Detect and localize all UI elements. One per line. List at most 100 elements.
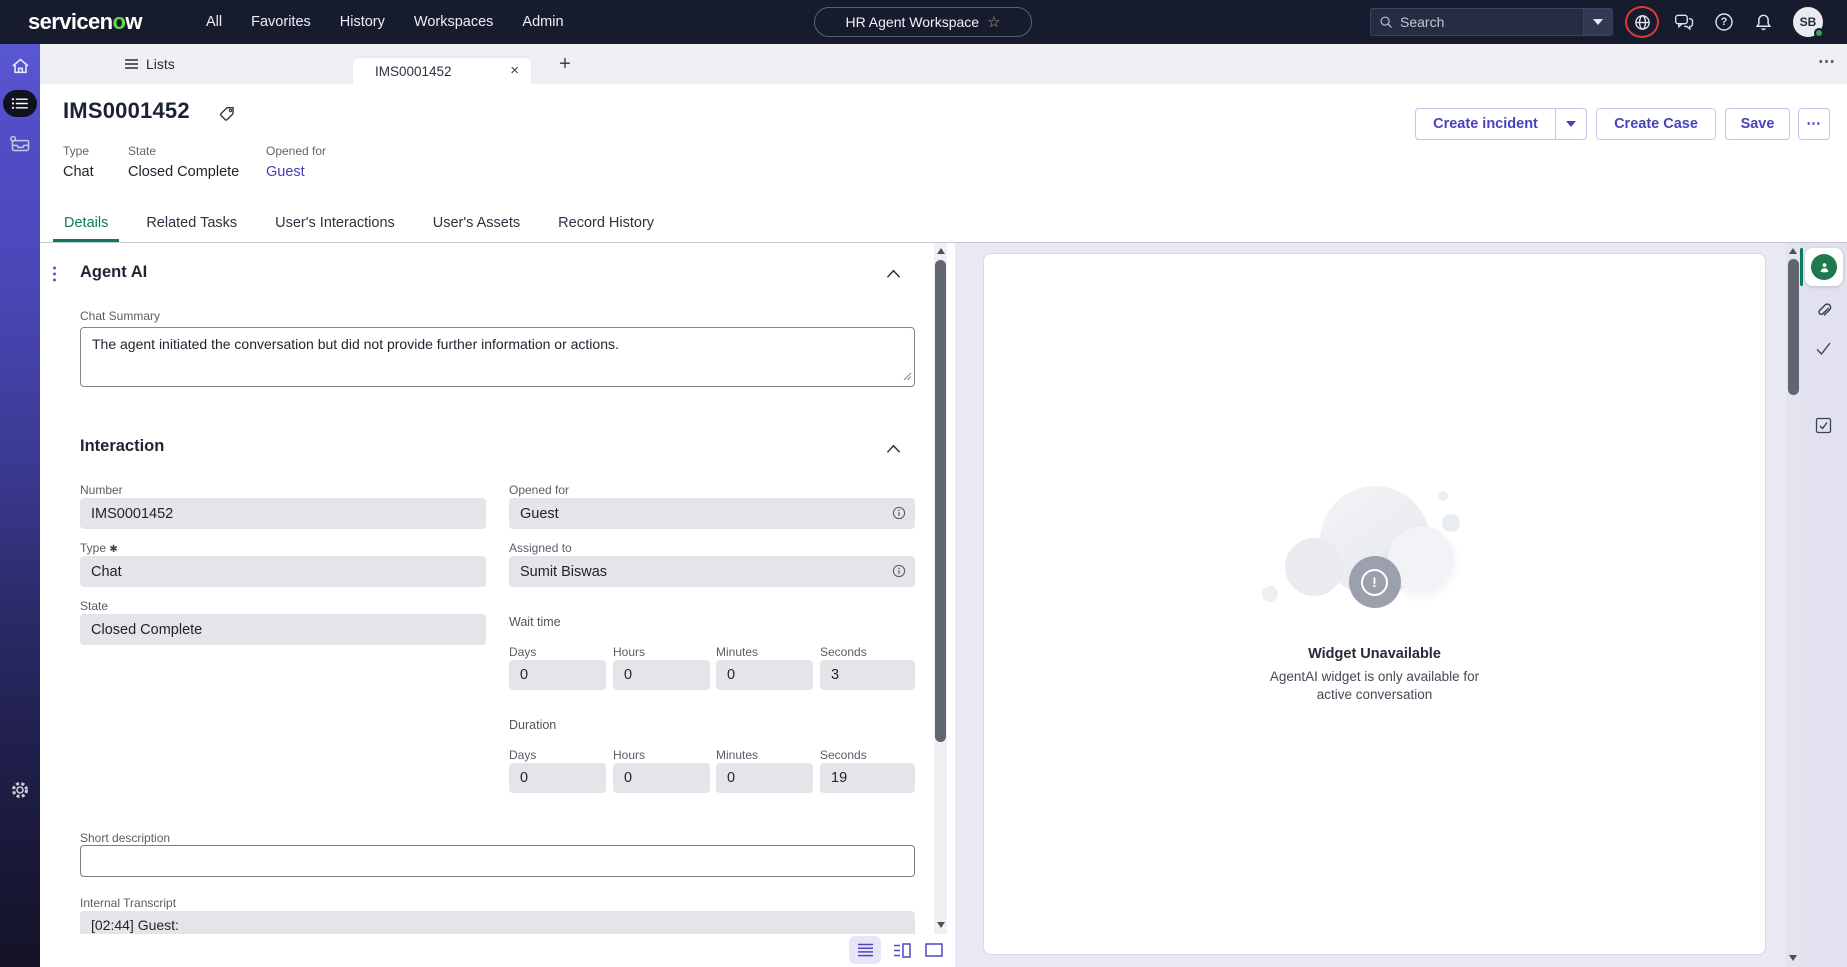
view-split-button[interactable] <box>886 936 918 964</box>
chevron-up-icon <box>886 269 901 278</box>
meta-state: State Closed Complete <box>128 144 239 180</box>
search-input[interactable] <box>1400 14 1560 30</box>
scroll-down-arrow[interactable] <box>937 922 945 928</box>
nav-history[interactable]: History <box>340 14 385 30</box>
opened-for-field[interactable]: Guest <box>509 498 915 529</box>
form-scrollbar-thumb[interactable] <box>935 260 946 742</box>
lists-tab-label: Lists <box>146 56 175 72</box>
tab-related-tasks[interactable]: Related Tasks <box>135 206 248 242</box>
widget-unavailable-panel: ! Widget Unavailable AgentAI widget is o… <box>1225 486 1525 704</box>
page-scrollbar-thumb[interactable] <box>1787 259 1799 395</box>
global-nav: All Favorites History Workspaces Admin <box>206 0 564 44</box>
chat-button[interactable] <box>1668 6 1700 38</box>
tab-users-interactions[interactable]: User's Interactions <box>264 206 406 242</box>
wait-hours-field[interactable]: 0 <box>613 660 710 690</box>
chat-summary-label: Chat Summary <box>80 309 161 323</box>
view-list-button[interactable] <box>849 936 881 964</box>
record-more-actions-button[interactable]: ⋯ <box>1798 108 1830 140</box>
tab-details[interactable]: Details <box>53 206 120 242</box>
approvals-button[interactable] <box>1811 413 1836 438</box>
agent-assist-button-active[interactable] <box>1805 248 1843 286</box>
view-full-button[interactable] <box>918 936 950 964</box>
record-tab-active[interactable]: IMS0001452 × <box>353 58 531 84</box>
servicenow-logo[interactable]: servicenow <box>28 9 142 35</box>
new-tab-button[interactable]: + <box>552 51 578 77</box>
tab-record-history[interactable]: Record History <box>547 206 665 242</box>
interaction-collapse-button[interactable] <box>886 441 901 459</box>
scroll-up-arrow[interactable] <box>937 248 945 254</box>
widget-unavailable-illustration: ! <box>1261 486 1480 634</box>
scroll-down-arrow[interactable] <box>1789 955 1797 961</box>
create-incident-dropdown[interactable] <box>1556 109 1586 139</box>
duration-seconds-field[interactable]: 19 <box>820 763 915 793</box>
assigned-to-label: Assigned to <box>509 541 572 555</box>
record-preview-button[interactable] <box>892 506 906 524</box>
resize-handle-icon[interactable] <box>903 368 912 384</box>
record-preview-button[interactable] <box>892 564 906 582</box>
active-rail-indicator <box>1800 248 1803 286</box>
info-icon <box>892 506 906 520</box>
wait-seconds-field[interactable]: 3 <box>820 660 915 690</box>
home-button[interactable] <box>0 52 40 80</box>
state-label: State <box>80 599 109 613</box>
wait-time-label: Wait time <box>509 615 561 629</box>
record-content-area: Agent AI Chat Summary The agent initiate… <box>40 243 1847 967</box>
exclamation-icon: ! <box>1361 568 1388 596</box>
nav-favorites[interactable]: Favorites <box>251 14 311 30</box>
form-view-footer <box>40 934 955 967</box>
duration-days-field[interactable]: 0 <box>509 763 606 793</box>
illustration-circle-left <box>1284 538 1343 596</box>
opened-for-value: Guest <box>520 505 559 522</box>
settings-button[interactable] <box>0 776 40 804</box>
help-button[interactable]: ? <box>1708 6 1740 38</box>
section-drag-handle[interactable] <box>52 265 57 288</box>
language-globe-button[interactable] <box>1625 6 1659 38</box>
scroll-up-arrow[interactable] <box>1789 248 1797 254</box>
agent-ai-collapse-button[interactable] <box>886 266 901 284</box>
chat-icon <box>1674 14 1693 31</box>
illustration-dot <box>1437 491 1448 501</box>
internal-transcript-label: Internal Transcript <box>80 896 177 910</box>
drag-dots-icon <box>53 266 56 282</box>
tasks-done-button[interactable] <box>1811 336 1836 361</box>
state-field[interactable]: Closed Complete <box>80 614 486 645</box>
attachments-button[interactable] <box>1811 298 1836 323</box>
info-icon <box>892 564 906 578</box>
number-field[interactable]: IMS0001452 <box>80 498 486 529</box>
meta-opened-for-link[interactable]: Guest <box>266 164 326 180</box>
create-case-button[interactable]: Create Case <box>1596 108 1716 140</box>
notifications-button[interactable] <box>1747 6 1779 38</box>
nav-all[interactable]: All <box>206 14 222 30</box>
duration-label: Duration <box>509 718 557 732</box>
save-button[interactable]: Save <box>1725 108 1790 140</box>
favorite-star-icon[interactable]: ☆ <box>987 15 1000 30</box>
lists-tab[interactable]: Lists <box>124 44 175 84</box>
tab-strip-more-button[interactable]: ⋯ <box>1818 52 1836 72</box>
tab-users-assets[interactable]: User's Assets <box>422 206 531 242</box>
lists-rail-button-active[interactable] <box>3 90 37 117</box>
close-tab-icon[interactable]: × <box>510 62 519 79</box>
widget-unavailable-message: AgentAI widget is only available for act… <box>1269 669 1480 703</box>
internal-transcript-field[interactable]: [02:44] Guest: <box>80 911 915 934</box>
record-header: IMS0001452 Type Chat State Closed Comple… <box>40 84 1847 206</box>
user-avatar[interactable]: SB <box>1793 7 1824 38</box>
short-description-input[interactable] <box>80 845 915 877</box>
duration-hours-field[interactable]: 0 <box>613 763 710 793</box>
assigned-to-field[interactable]: Sumit Biswas <box>509 556 915 587</box>
chat-summary-textarea[interactable]: The agent initiated the conversation but… <box>80 327 915 387</box>
duration-minutes-field[interactable]: 0 <box>716 763 813 793</box>
inbox-button[interactable] <box>0 130 40 158</box>
form-scrollbar[interactable] <box>934 243 947 934</box>
wait-days-field[interactable]: 0 <box>509 660 606 690</box>
workspace-pill[interactable]: HR Agent Workspace ☆ <box>814 7 1032 37</box>
tag-button[interactable] <box>218 105 236 128</box>
nav-admin[interactable]: Admin <box>522 14 563 30</box>
create-incident-button[interactable]: Create incident <box>1416 109 1556 139</box>
wait-minutes-field[interactable]: 0 <box>716 660 813 690</box>
nav-workspaces[interactable]: Workspaces <box>414 14 494 30</box>
number-value: IMS0001452 <box>91 505 174 522</box>
search-scope-dropdown[interactable] <box>1583 8 1613 36</box>
type-field[interactable]: Chat <box>80 556 486 587</box>
global-search <box>1370 8 1583 36</box>
page-scrollbar[interactable] <box>1786 243 1800 967</box>
